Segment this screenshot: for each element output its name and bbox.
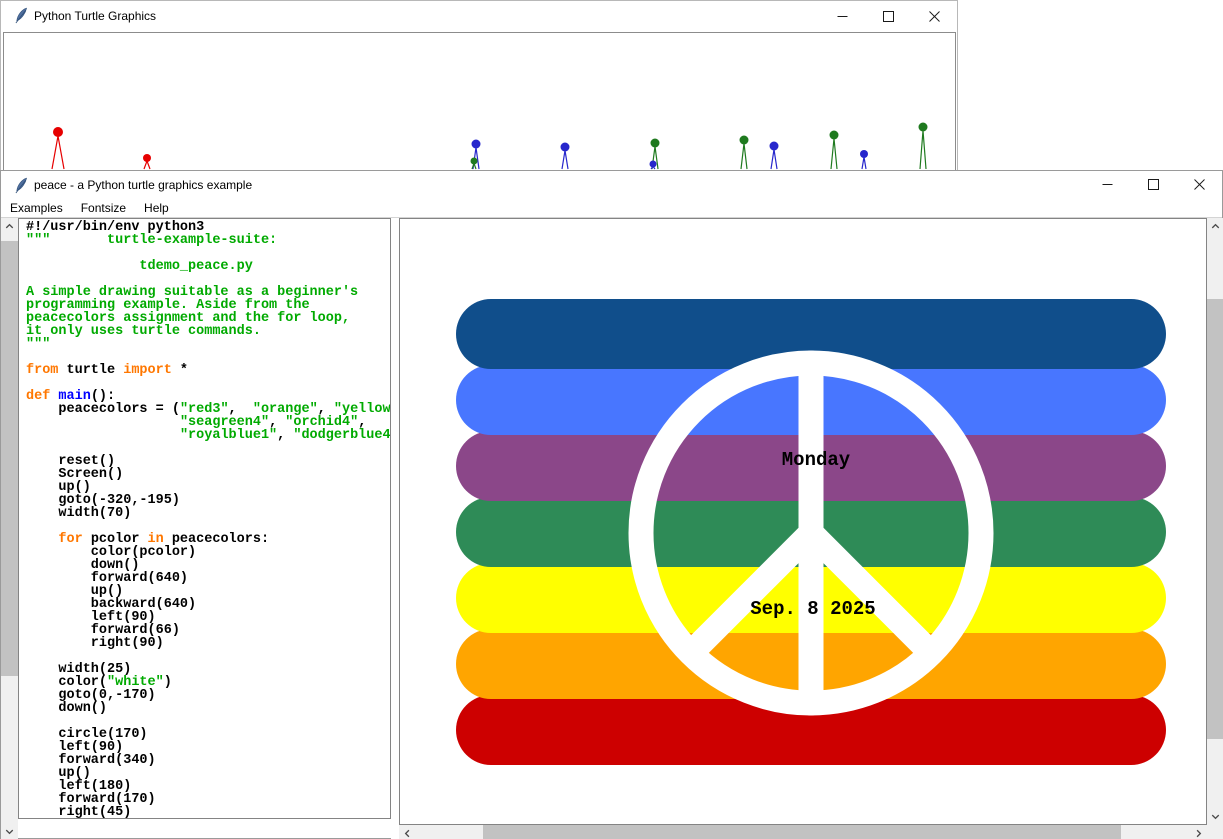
scrollbar-corner — [1207, 825, 1223, 839]
code-viewer[interactable]: #!/usr/bin/env python3""" turtle-example… — [18, 218, 391, 819]
canvas-hscroll-thumb[interactable] — [483, 825, 1121, 839]
maximize-icon — [1148, 179, 1159, 190]
menu-fontsize[interactable]: Fontsize — [72, 199, 135, 217]
canvas-vscrollbar[interactable] — [1207, 218, 1223, 825]
turtle-graphics-window: Python Turtle Graphics — [0, 0, 958, 176]
minimize-icon — [1102, 179, 1113, 190]
chevron-down-icon — [1209, 810, 1222, 823]
peace-drawing: Monday Sep. 8 2025 — [400, 219, 1206, 824]
maximize-icon — [883, 11, 894, 22]
window-title: peace - a Python turtle graphics example — [34, 178, 252, 192]
peace-drawing-canvas: Monday Sep. 8 2025 — [399, 218, 1207, 825]
desktop: Python Turtle Graphics p — [0, 0, 1223, 839]
pane-sash[interactable] — [391, 218, 399, 839]
peace-window: peace - a Python turtle graphics example… — [0, 170, 1223, 839]
close-icon — [1194, 179, 1205, 190]
code-vscrollbar[interactable] — [1, 218, 18, 839]
minimize-icon — [837, 11, 848, 22]
canvas-hscrollbar[interactable] — [399, 825, 1207, 839]
client-area: #!/usr/bin/env python3""" turtle-example… — [1, 218, 1222, 838]
menu-examples[interactable]: Examples — [1, 199, 72, 217]
close-button[interactable] — [911, 1, 957, 31]
chevron-left-icon — [401, 827, 414, 839]
canvas-vscroll-thumb[interactable] — [1207, 299, 1223, 739]
menubar: Examples Fontsize Help — [1, 198, 1222, 218]
turtle-graphics-titlebar[interactable]: Python Turtle Graphics — [1, 1, 957, 31]
svg-text:Monday: Monday — [782, 449, 851, 471]
close-icon — [929, 11, 940, 22]
turtle-graphics-canvas — [3, 32, 956, 176]
minimize-button[interactable] — [819, 1, 865, 31]
canvas-scroll-down-button[interactable] — [1207, 808, 1223, 825]
window-title: Python Turtle Graphics — [34, 9, 156, 23]
canvas-scroll-up-button[interactable] — [1207, 218, 1223, 235]
close-button[interactable] — [1176, 171, 1222, 198]
canvas-scroll-right-button[interactable] — [1190, 825, 1207, 839]
peace-titlebar[interactable]: peace - a Python turtle graphics example — [1, 171, 1222, 198]
code-scroll-up-button[interactable] — [1, 218, 18, 235]
minimize-button[interactable] — [1084, 171, 1130, 198]
chevron-down-icon — [3, 825, 16, 838]
turtle-canvas-drawing — [4, 33, 955, 175]
chevron-up-icon — [3, 220, 16, 233]
code-scroll-down-button[interactable] — [1, 823, 18, 839]
chevron-up-icon — [1209, 220, 1222, 233]
chevron-right-icon — [1192, 827, 1205, 839]
tk-feather-icon — [14, 177, 29, 194]
tk-feather-icon — [14, 7, 29, 24]
code-vscroll-thumb[interactable] — [1, 241, 18, 676]
menu-help[interactable]: Help — [135, 199, 178, 217]
maximize-button[interactable] — [865, 1, 911, 31]
canvas-scroll-left-button[interactable] — [399, 825, 416, 839]
maximize-button[interactable] — [1130, 171, 1176, 198]
svg-text:Sep. 8 2025: Sep. 8 2025 — [750, 598, 875, 620]
code-text: #!/usr/bin/env python3""" turtle-example… — [26, 221, 391, 819]
